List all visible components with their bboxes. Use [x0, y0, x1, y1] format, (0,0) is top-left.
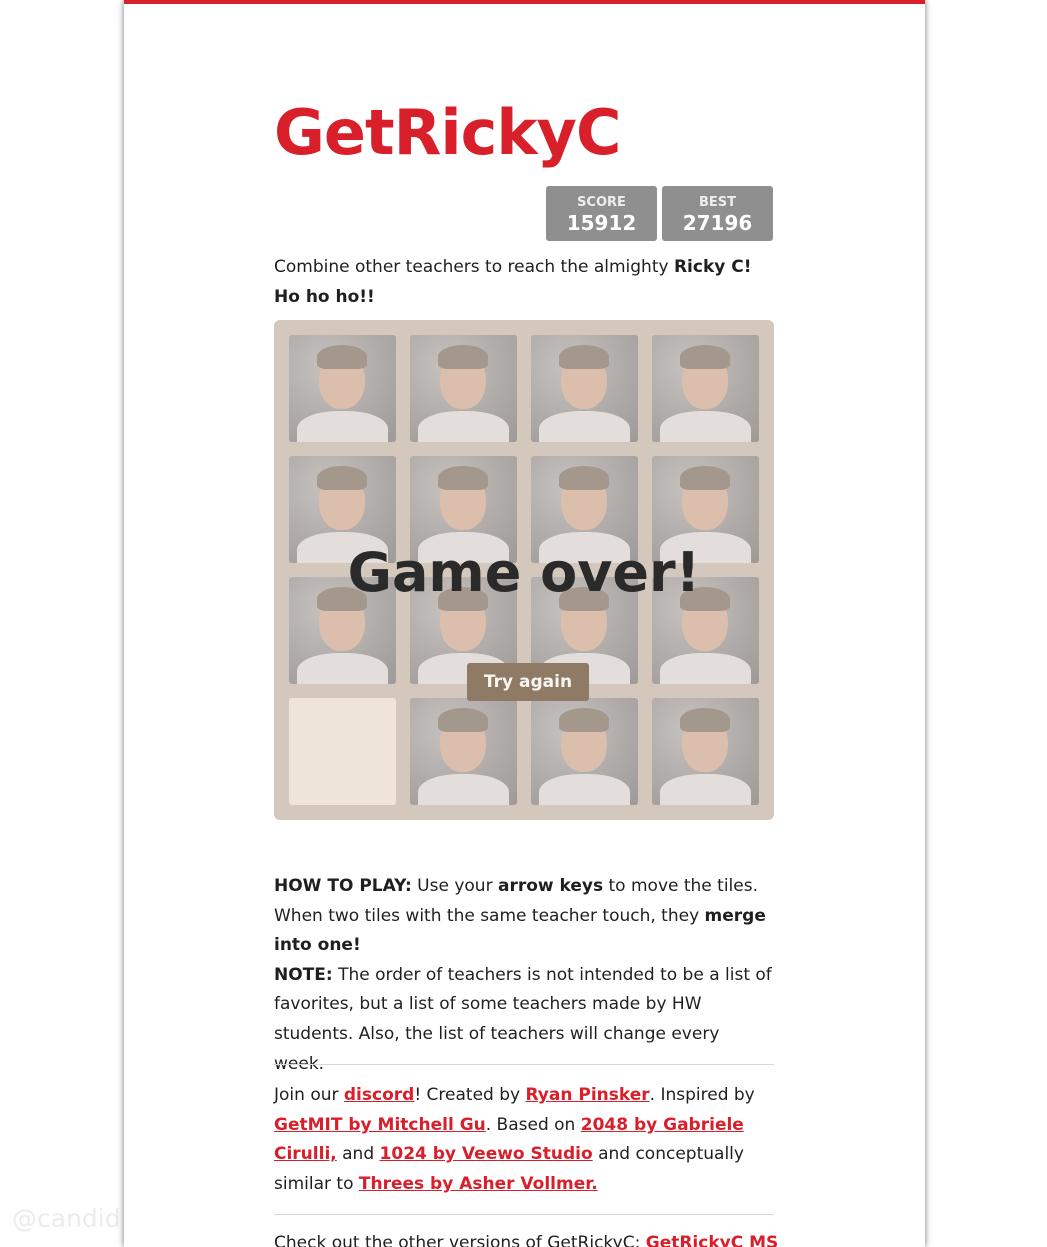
other-versions: Check out the other versions of GetRicky… [274, 1229, 794, 1247]
credits: Join our discord! Created by Ryan Pinske… [274, 1081, 774, 1199]
score-value: 15912 [566, 211, 637, 235]
author-link[interactable]: Ryan Pinsker [525, 1085, 649, 1105]
discord-link[interactable]: discord [344, 1085, 414, 1105]
try-again-button[interactable]: Try again [467, 663, 589, 701]
instructions: HOW TO PLAY: Use your arrow keys to move… [274, 872, 774, 1079]
note-label: NOTE: [274, 964, 333, 985]
how-to-play-text-1: Use your [411, 876, 498, 896]
other-versions-text: Check out the other versions of GetRicky… [274, 1233, 646, 1247]
best-label: BEST [698, 195, 737, 210]
getmit-link[interactable]: GetMIT by Mitchell Gu [274, 1115, 486, 1135]
credits-text-2: ! Created by [414, 1085, 526, 1105]
best-value: 27196 [682, 211, 753, 235]
game-title: GetRickyC [274, 96, 621, 169]
1024-link[interactable]: 1024 by Veewo Studio [380, 1144, 593, 1164]
page-card: GetRickyC SCORE 15912 BEST 27196 Combine… [124, 0, 925, 1247]
credits-text-4: . Based on [485, 1114, 581, 1135]
score-box: SCORE 15912 [546, 186, 657, 241]
score-label: SCORE [577, 195, 626, 210]
divider [274, 1064, 774, 1065]
arrow-keys-text: arrow keys [497, 876, 604, 896]
credits-text-1: Join our [274, 1085, 344, 1105]
best-score-box: BEST 27196 [662, 186, 773, 241]
how-to-play-label: HOW TO PLAY: [274, 876, 412, 896]
divider [274, 1214, 774, 1215]
intro-plain: Combine other teachers to reach the almi… [274, 257, 674, 277]
getrickyc-ms-link[interactable]: GetRickyC MS [646, 1233, 779, 1247]
note-text: The order of teachers is not intended to… [274, 964, 772, 1074]
threes-link[interactable]: Threes by Asher Vollmer. [359, 1174, 598, 1194]
intro-text: Combine other teachers to reach the almi… [274, 252, 774, 312]
credits-text-3: . Inspired by [649, 1085, 755, 1105]
game-over-message: Game over! [347, 541, 701, 604]
watermark: @candid [12, 1204, 121, 1233]
credits-text-5: and [336, 1144, 380, 1165]
